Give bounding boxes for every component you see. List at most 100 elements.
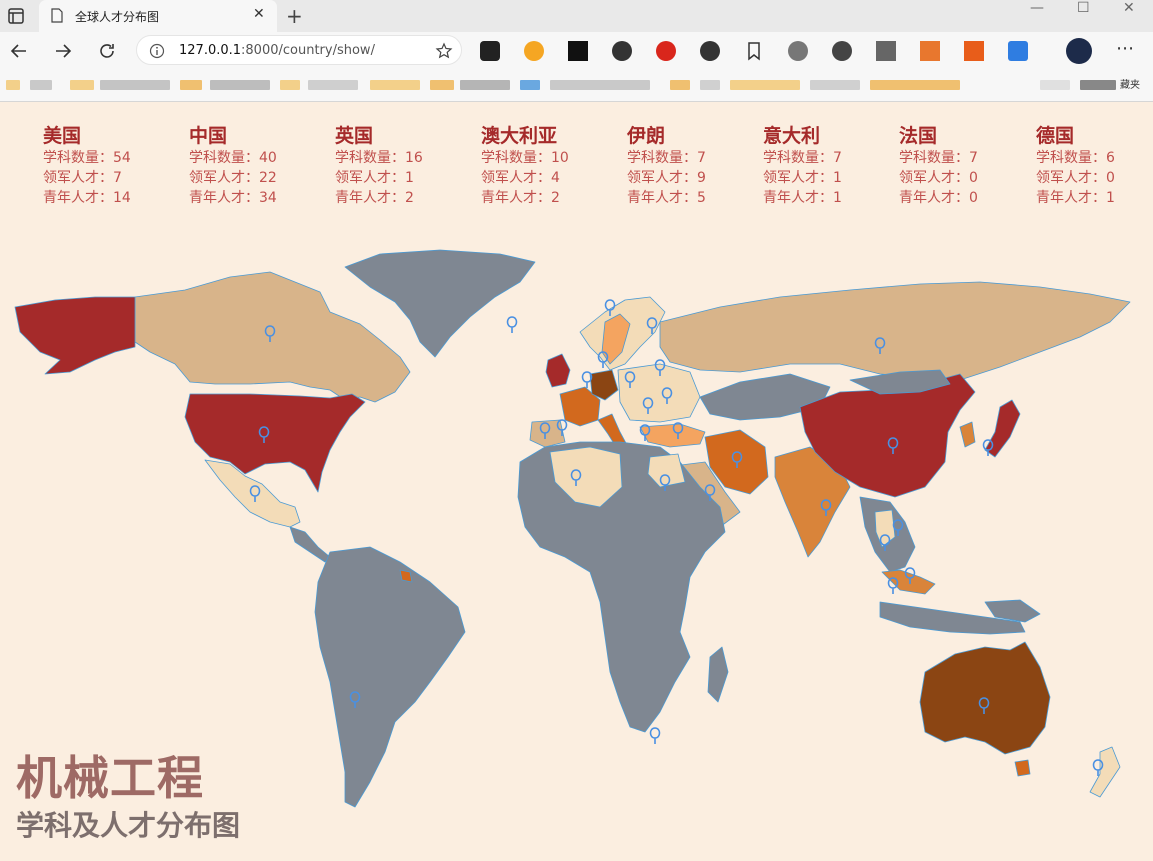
region-new-zealand [1089, 746, 1121, 798]
region-japan [984, 399, 1021, 458]
stat-card-italy: 意大利 学科数量：7 领军人才：1 青年人才：1 [763, 124, 842, 208]
region-french-guiana [399, 569, 413, 583]
browser-chrome: 全球人才分布图 ✕ + — ☐ ✕ 127.0.0.1:8000/country… [0, 0, 1153, 102]
bookmark-item[interactable] [100, 80, 170, 90]
leader-count: 领军人才：0 [899, 170, 978, 186]
subject-count: 学科数量：7 [763, 150, 842, 166]
extension-icon-6[interactable] [700, 41, 720, 61]
stat-card-germany: 德国 学科数量：6 领军人才：0 青年人才：1 [1036, 124, 1115, 208]
stat-card-iran: 伊朗 学科数量：7 领军人才：9 青年人才：5 [627, 124, 706, 208]
extension-icon-3[interactable] [568, 41, 588, 61]
extension-icon-7[interactable] [788, 41, 808, 61]
bookmark-item[interactable] [520, 80, 540, 90]
youth-count: 青年人才：2 [481, 190, 560, 206]
stat-card-china: 中国 学科数量：40 领军人才：22 青年人才：34 [189, 124, 277, 208]
page-icon [51, 8, 63, 23]
info-icon[interactable] [149, 43, 165, 59]
map-title: 机械工程 [16, 751, 204, 805]
region-korea [959, 421, 976, 448]
profile-avatar[interactable] [1066, 38, 1092, 64]
address-toolbar: 127.0.0.1:8000/country/show/ ⋯ [0, 32, 1153, 70]
leader-count: 领军人才：0 [1036, 170, 1115, 186]
leader-count: 领军人才：9 [627, 170, 706, 186]
region-uk [545, 353, 571, 388]
bookmark-item[interactable] [810, 80, 860, 90]
country-name: 意大利 [763, 125, 821, 147]
maximize-icon[interactable]: ☐ [1077, 0, 1090, 16]
active-tab[interactable]: 全球人才分布图 ✕ [39, 0, 277, 32]
bookmark-item[interactable] [370, 80, 420, 90]
leader-count: 领军人才：7 [43, 170, 122, 186]
youth-count: 青年人才：2 [335, 190, 414, 206]
add-favorite-icon[interactable] [435, 42, 453, 60]
bookmark-item[interactable] [30, 80, 52, 90]
youth-count: 青年人才：1 [763, 190, 842, 206]
extension-icon-8[interactable] [832, 41, 852, 61]
youth-count: 青年人才：34 [189, 190, 277, 206]
leader-count: 领军人才：1 [335, 170, 414, 186]
region-madagascar [707, 646, 729, 703]
leader-count: 领军人才：4 [481, 170, 560, 186]
stat-card-australia: 澳大利亚 学科数量：10 领军人才：4 青年人才：2 [481, 124, 569, 208]
close-window-icon[interactable]: ✕ [1123, 0, 1135, 16]
youth-count: 青年人才：0 [899, 190, 978, 206]
region-malaysia [881, 569, 936, 595]
region-central-america [289, 526, 331, 563]
extension-icon-off[interactable] [920, 41, 940, 61]
bookmark-item[interactable] [870, 80, 960, 90]
bookmark-item[interactable] [210, 80, 270, 90]
bookmark-item[interactable] [670, 80, 690, 90]
subject-count: 学科数量：10 [481, 150, 569, 166]
country-name: 美国 [43, 125, 82, 147]
extension-icon-5[interactable] [656, 41, 676, 61]
new-tab-icon[interactable]: + [286, 4, 303, 28]
bookmark-item[interactable] [6, 80, 20, 90]
country-name: 中国 [189, 125, 228, 147]
extension-icon-1[interactable] [480, 41, 500, 61]
bookmark-item[interactable] [730, 80, 800, 90]
country-name: 英国 [335, 125, 374, 147]
bookmark-item[interactable] [1080, 80, 1116, 90]
bookmark-item[interactable] [550, 80, 650, 90]
bookmark-item[interactable] [70, 80, 94, 90]
bookmark-item[interactable] [700, 80, 720, 90]
subject-count: 学科数量：7 [899, 150, 978, 166]
stat-card-uk: 英国 学科数量：16 领军人才：1 青年人才：2 [335, 124, 423, 208]
close-tab-icon[interactable]: ✕ [253, 6, 265, 22]
bookmark-item[interactable] [460, 80, 510, 90]
region-tasmania [1014, 759, 1031, 777]
tab-actions-icon[interactable] [6, 6, 26, 26]
subject-count: 学科数量：54 [43, 150, 131, 166]
region-canada [134, 271, 411, 403]
youth-count: 青年人才：14 [43, 190, 131, 206]
more-menu-icon[interactable]: ⋯ [1116, 38, 1134, 59]
leader-count: 领军人才：22 [189, 170, 277, 186]
bookmark-item[interactable] [280, 80, 300, 90]
subject-count: 学科数量：6 [1036, 150, 1115, 166]
minimize-icon[interactable]: — [1030, 0, 1044, 16]
subject-count: 学科数量：40 [189, 150, 277, 166]
address-bar[interactable]: 127.0.0.1:8000/country/show/ [136, 35, 462, 65]
extension-icon-9[interactable] [964, 41, 984, 61]
back-icon[interactable] [8, 40, 30, 62]
other-bookmarks-label[interactable]: 藏夹 [1120, 76, 1140, 91]
gitzip-icon[interactable] [876, 41, 896, 61]
refresh-icon[interactable] [96, 40, 118, 62]
country-name: 伊朗 [627, 125, 666, 147]
bookmark-item[interactable] [180, 80, 202, 90]
bookmarks-bar [0, 72, 1153, 98]
bookmark-icon[interactable] [744, 41, 764, 61]
subject-count: 学科数量：7 [627, 150, 706, 166]
bookmark-item[interactable] [1040, 80, 1070, 90]
extension-icon-2[interactable] [524, 41, 544, 61]
stat-card-usa: 美国 学科数量：54 领军人才：7 青年人才：14 [43, 124, 131, 208]
map-pin-icon[interactable] [506, 316, 518, 333]
subject-count: 学科数量：16 [335, 150, 423, 166]
map-pin-icon[interactable] [649, 727, 661, 744]
forward-icon[interactable] [52, 40, 74, 62]
bookmark-item[interactable] [430, 80, 454, 90]
extension-icon-4[interactable] [612, 41, 632, 61]
bookmark-item[interactable] [308, 80, 358, 90]
map-subtitle: 学科及人才分布图 [16, 809, 241, 842]
extension-icon-10[interactable] [1008, 41, 1028, 61]
